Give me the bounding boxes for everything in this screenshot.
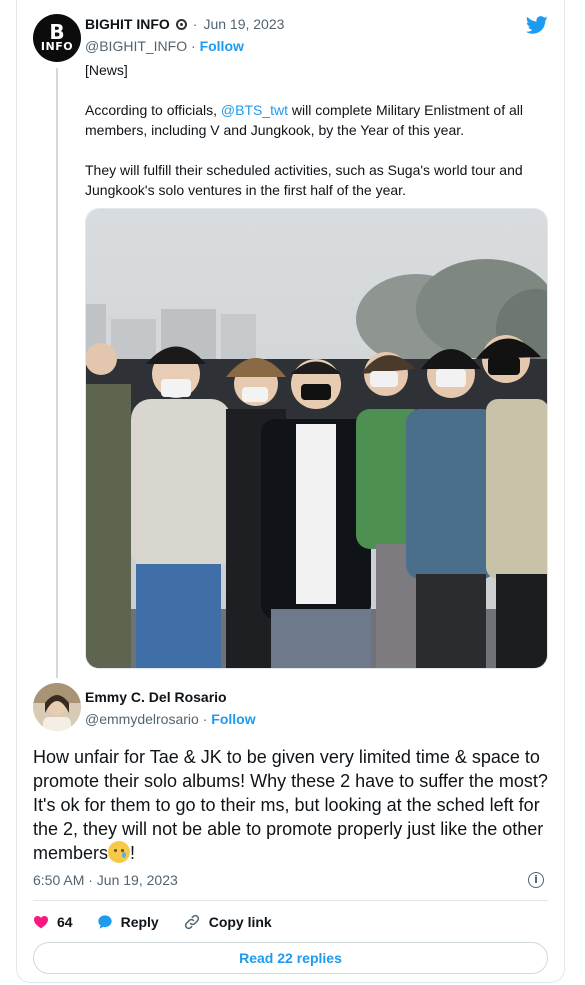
date-separator: · <box>192 16 198 32</box>
tweet-photo[interactable] <box>85 208 548 669</box>
follow-button[interactable]: Follow <box>200 38 244 54</box>
link-icon <box>184 914 199 930</box>
copy-link-label: Copy link <box>208 914 272 930</box>
parent-author-name[interactable]: BIGHIT INFO <box>85 16 170 32</box>
heart-icon <box>34 916 48 929</box>
reply-handle[interactable]: @emmydelrosario <box>85 711 199 727</box>
paragraph-text: According to officials, <box>85 102 221 118</box>
reply-text-end: ! <box>130 843 136 863</box>
reply-author-name[interactable]: Emmy C. Del Rosario <box>85 689 227 705</box>
read-replies-label: Read 22 replies <box>239 950 342 966</box>
reply-label: Reply <box>120 914 159 930</box>
reply-follow-button[interactable]: Follow <box>211 711 255 727</box>
read-replies-button[interactable]: Read 22 replies <box>33 942 548 974</box>
reply-tweet-text: How unfair for Tae & JK to be given very… <box>33 745 553 865</box>
reply-handle-row: @emmydelrosario · Follow <box>85 711 256 727</box>
parent-handle[interactable]: @BIGHIT_INFO <box>85 38 187 54</box>
parent-handle-row: @BIGHIT_INFO · Follow <box>85 38 244 54</box>
avatar-logo-letter: B <box>49 20 65 44</box>
copy-link-button[interactable]: Copy link <box>183 913 272 931</box>
news-label: [News] <box>85 62 128 78</box>
info-icon[interactable]: i <box>528 872 544 888</box>
parent-avatar[interactable]: B INFO <box>33 14 81 62</box>
divider <box>33 900 548 901</box>
parent-paragraph-1: According to officials, @BTS_twt will co… <box>85 100 545 140</box>
parent-date[interactable]: Jun 19, 2023 <box>203 16 284 32</box>
avatar-logo-text: INFO <box>40 40 74 53</box>
like-button[interactable]: 64 <box>33 914 73 930</box>
handle-separator: · <box>202 711 208 727</box>
parent-author-row: BIGHIT INFO · Jun 19, 2023 <box>85 16 284 32</box>
reply-button[interactable]: Reply <box>97 914 159 930</box>
like-count: 64 <box>57 914 73 930</box>
reply-bubble-icon <box>97 915 112 929</box>
action-bar: 64 Reply Copy link <box>33 912 296 932</box>
parent-tweet-text: [News] According to officials, @BTS_twt … <box>85 60 545 200</box>
mention-link[interactable]: @BTS_twt <box>221 102 288 118</box>
reply-avatar[interactable] <box>33 683 81 731</box>
twitter-bird-icon[interactable] <box>526 14 548 36</box>
crying-face-emoji-icon <box>108 841 131 863</box>
reply-timestamp[interactable]: 6:50 AM · Jun 19, 2023 <box>33 872 178 888</box>
thread-line <box>56 68 58 678</box>
verified-badge-icon <box>175 18 187 30</box>
handle-separator: · <box>191 38 196 54</box>
parent-paragraph-2: They will fulfill their scheduled activi… <box>85 162 523 198</box>
